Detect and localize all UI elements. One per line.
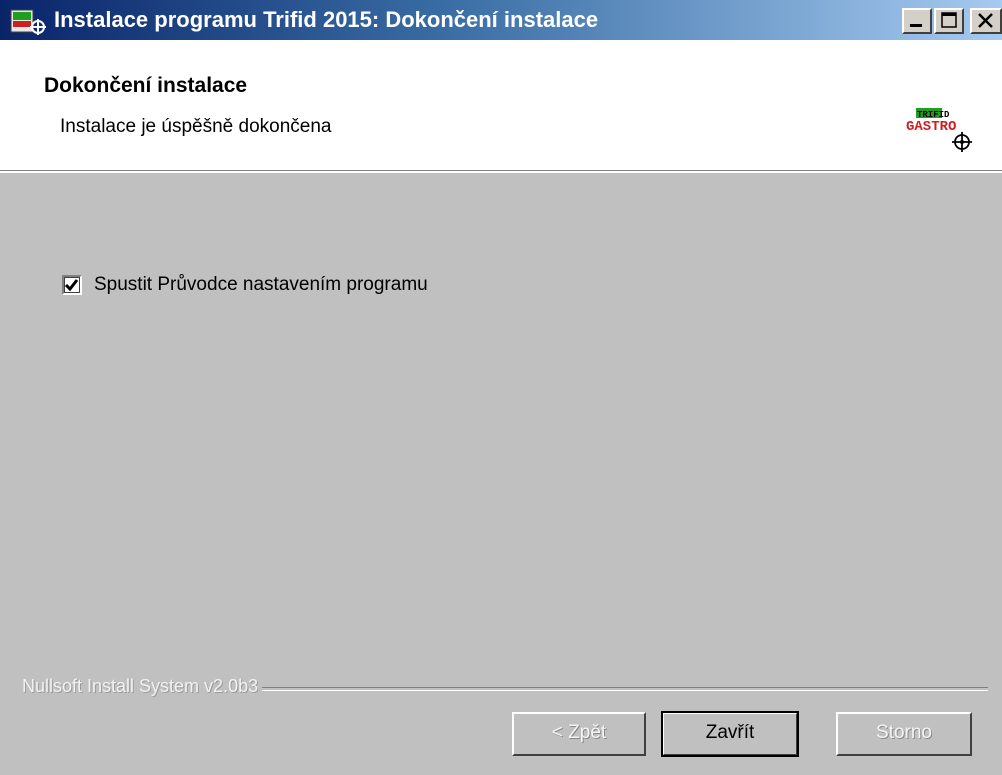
run-wizard-label[interactable]: Spustit Průvodce nastavením programu: [94, 273, 428, 297]
cancel-button[interactable]: Storno: [836, 712, 972, 756]
logo-bottom-text: GASTRO: [906, 119, 956, 135]
minimize-icon: [910, 24, 922, 27]
title-bar[interactable]: Instalace programu Trifid 2015: Dokončen…: [0, 0, 1002, 40]
page-subtitle: Instalace je úspěšně dokončena: [60, 116, 332, 137]
maximize-icon: [941, 12, 957, 28]
crosshair-icon: [952, 132, 972, 152]
close-icon: [978, 13, 993, 28]
finish-close-button[interactable]: Zavřít: [661, 711, 799, 757]
trifid-gastro-logo: TRIFID GASTRO: [906, 108, 972, 152]
app-icon[interactable]: [10, 7, 46, 35]
run-wizard-checkbox[interactable]: [62, 275, 82, 295]
wizard-header: [0, 40, 1002, 171]
back-button[interactable]: < Zpět: [512, 712, 646, 756]
header-divider: [0, 171, 1002, 173]
installer-window: Instalace programu Trifid 2015: Dokončen…: [0, 0, 1002, 775]
maximize-button[interactable]: [934, 8, 964, 34]
installer-branding: Nullsoft Install System v2.0b3: [22, 676, 263, 697]
checkmark-icon: [64, 279, 79, 292]
close-window-button[interactable]: [970, 8, 1002, 34]
minimize-button[interactable]: [902, 8, 932, 34]
page-title: Dokončení instalace: [44, 74, 248, 97]
window-title: Instalace programu Trifid 2015: Dokončen…: [54, 7, 599, 32]
